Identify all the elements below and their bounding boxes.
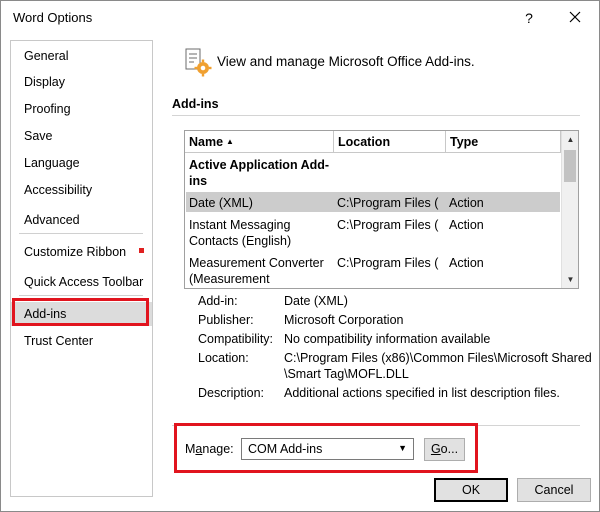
detail-value-addin: Date (XML) bbox=[284, 294, 348, 308]
sidebar-item-general[interactable]: General bbox=[11, 44, 152, 68]
addins-gear-icon bbox=[185, 48, 212, 77]
sidebar-item-trust-center[interactable]: Trust Center bbox=[11, 329, 152, 353]
detail-label-publisher: Publisher: bbox=[198, 313, 254, 327]
detail-value-publisher: Microsoft Corporation bbox=[284, 313, 404, 327]
section-title-add-ins: Add-ins bbox=[172, 97, 219, 111]
help-button[interactable]: ? bbox=[513, 5, 545, 31]
detail-label-compatibility: Compatibility: bbox=[198, 332, 274, 346]
sidebar-divider bbox=[19, 295, 143, 296]
sidebar-item-display[interactable]: Display bbox=[11, 70, 152, 94]
sidebar-item-language[interactable]: Language bbox=[11, 151, 152, 175]
close-icon bbox=[569, 11, 581, 23]
word-options-dialog: Word Options ? General Display Proofing … bbox=[0, 0, 600, 512]
sidebar-item-save[interactable]: Save bbox=[11, 124, 152, 148]
sidebar-item-quick-access-toolbar[interactable]: Quick Access Toolbar bbox=[11, 270, 152, 294]
detail-label-location: Location: bbox=[198, 351, 249, 365]
group-title-active: Active Application Add- ins bbox=[189, 158, 330, 188]
highlight-box-add-ins bbox=[12, 298, 149, 326]
column-header-name[interactable]: Name ▲ bbox=[185, 131, 334, 153]
list-scrollbar[interactable]: ▲ ▼ bbox=[561, 131, 578, 288]
row-name[interactable]: Date (XML) bbox=[189, 195, 253, 211]
detail-label-addin: Add-in: bbox=[198, 294, 238, 308]
detail-value-compatibility: No compatibility information available bbox=[284, 332, 491, 346]
row-type[interactable]: Action bbox=[449, 255, 484, 271]
sidebar-item-advanced[interactable]: Advanced bbox=[11, 208, 152, 232]
close-button[interactable] bbox=[559, 5, 591, 31]
notification-dot bbox=[139, 248, 144, 253]
ok-button[interactable]: OK bbox=[434, 478, 508, 502]
detail-value-location: C:\Program Files (x86)\Common Files\Micr… bbox=[284, 351, 592, 381]
window-title: Word Options bbox=[13, 10, 93, 25]
options-sidebar: General Display Proofing Save Language A… bbox=[10, 40, 153, 497]
row-location[interactable]: C:\Program Files ( bbox=[337, 255, 438, 271]
column-header-type[interactable]: Type bbox=[446, 131, 561, 153]
scroll-down-icon[interactable]: ▼ bbox=[562, 271, 578, 288]
title-bar: Word Options ? bbox=[1, 1, 599, 35]
add-ins-list[interactable]: Name ▲ Location Type Active Application A… bbox=[184, 130, 579, 289]
page-title: View and manage Microsoft Office Add-ins… bbox=[217, 54, 475, 69]
sidebar-item-customize-ribbon[interactable]: Customize Ribbon bbox=[11, 240, 152, 264]
sidebar-item-proofing[interactable]: Proofing bbox=[11, 97, 152, 121]
sort-ascending-icon: ▲ bbox=[226, 137, 234, 146]
sidebar-item-label: Customize Ribbon bbox=[24, 245, 127, 259]
row-type[interactable]: Action bbox=[449, 217, 484, 233]
detail-value-description: Additional actions specified in list des… bbox=[284, 386, 560, 400]
row-location[interactable]: C:\Program Files ( bbox=[337, 195, 438, 211]
sidebar-item-accessibility[interactable]: Accessibility bbox=[11, 178, 152, 202]
row-type[interactable]: Action bbox=[449, 195, 484, 211]
section-divider bbox=[172, 115, 580, 116]
sidebar-divider bbox=[19, 233, 143, 234]
scroll-up-icon[interactable]: ▲ bbox=[562, 131, 578, 148]
scroll-thumb[interactable] bbox=[564, 150, 576, 182]
row-name[interactable]: Instant Messaging Contacts (English) bbox=[189, 217, 291, 249]
row-name[interactable]: Measurement Converter (Measurement bbox=[189, 255, 324, 287]
column-header-location[interactable]: Location bbox=[334, 131, 446, 153]
row-location[interactable]: C:\Program Files ( bbox=[337, 217, 438, 233]
highlight-box-manage bbox=[174, 423, 478, 473]
cancel-button[interactable]: Cancel bbox=[517, 478, 591, 502]
detail-label-description: Description: bbox=[198, 386, 264, 400]
